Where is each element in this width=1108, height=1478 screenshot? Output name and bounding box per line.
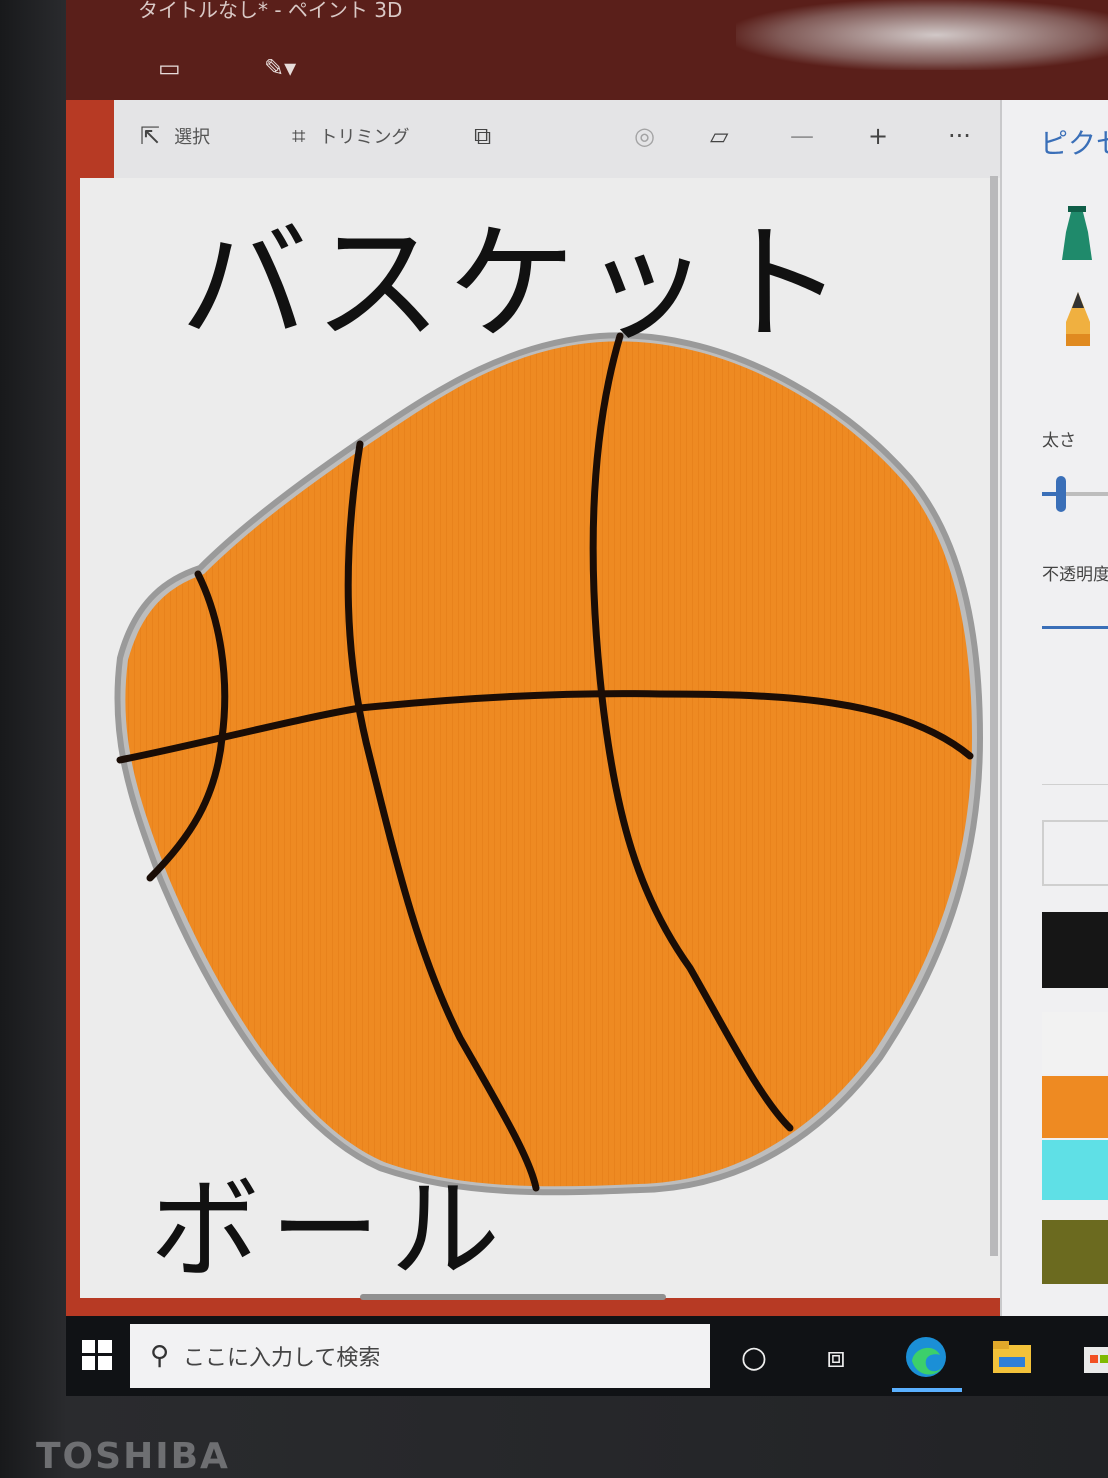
crop-label: トリミング [319, 127, 410, 148]
vertical-scrollbar[interactable] [990, 176, 998, 1256]
thickness-slider-thumb[interactable] [1056, 476, 1066, 512]
basketball-fill [125, 341, 973, 1187]
pencil-icon[interactable] [1060, 290, 1096, 350]
file-explorer-icon[interactable] [982, 1332, 1042, 1382]
folder-icon [993, 1341, 1031, 1373]
more-button[interactable]: ··· [948, 122, 971, 150]
select-tool[interactable]: ⇱ 選択 [140, 122, 210, 150]
minus-icon: — [790, 122, 814, 150]
view-3d-tool[interactable]: ▱ [710, 122, 728, 150]
cortana-icon[interactable]: ○ [724, 1332, 784, 1382]
zoom-out-button[interactable]: — [790, 122, 814, 150]
view-3d-icon: ▱ [710, 122, 729, 150]
select-label: 選択 [174, 127, 211, 148]
edge-logo [906, 1337, 946, 1377]
taskbar-search-box[interactable]: ⚲ ここに入力して検索 [130, 1324, 710, 1388]
color-swatch-olive[interactable] [1042, 1220, 1108, 1284]
color-swatch-white[interactable] [1042, 820, 1108, 886]
title-bar: タイトルなし* - ペイント 3D ▭ ✎▾ [66, 0, 1108, 100]
canvas-text-top: バスケット [180, 210, 850, 359]
more-icon: ··· [948, 122, 971, 150]
brush-panel: ピクセ 太さ 不透明度 [1000, 100, 1108, 1330]
taskbar: ⚲ ここに入力して検索 ○ ⧈ [66, 1316, 1108, 1396]
drawing-svg: バスケット ボール [114, 210, 984, 1294]
menu-icon[interactable]: ▭ [158, 54, 181, 82]
opacity-label: 不透明度 [1042, 565, 1108, 585]
windows-start-button[interactable] [72, 1330, 122, 1380]
cursor-icon: ⇱ [140, 122, 161, 150]
panel-divider [1042, 784, 1108, 785]
magic-select-icon: ⧉ [474, 122, 492, 150]
panel-title: ピクセ [1040, 127, 1108, 160]
task-view-icon[interactable]: ⧈ [806, 1332, 866, 1382]
color-swatch-orange[interactable] [1042, 1076, 1108, 1138]
crop-tool[interactable]: ⌗ トリミング [292, 122, 410, 150]
opacity-slider[interactable] [1042, 626, 1108, 629]
screen: タイトルなし* - ペイント 3D ▭ ✎▾ ⇱ 選択 ⌗ トリミング ⧉ ◎ … [66, 0, 1108, 1390]
horizontal-scrollbar[interactable] [360, 1294, 666, 1300]
history-icon: ◎ [634, 122, 655, 150]
crop-icon: ⌗ [292, 122, 306, 150]
drawing-canvas[interactable]: バスケット ボール [80, 178, 1010, 1298]
brush-dropdown-icon[interactable]: ✎▾ [264, 54, 296, 82]
screen-glare [736, 0, 1108, 70]
marker-icon[interactable] [1058, 204, 1098, 264]
search-icon: ⚲ [150, 1341, 170, 1371]
store-icon[interactable] [1070, 1332, 1108, 1382]
toolbar: ⇱ 選択 ⌗ トリミング ⧉ ◎ ▱ — + ··· [114, 100, 1054, 178]
store-bag-icon [1084, 1347, 1108, 1373]
history-tool[interactable]: ◎ [634, 122, 655, 150]
color-swatch-cyan[interactable] [1042, 1140, 1108, 1200]
zoom-in-button[interactable]: + [868, 122, 888, 150]
color-swatch-black[interactable] [1042, 912, 1108, 988]
canvas-text-bottom: ボール [150, 1166, 510, 1294]
magic-select-tool[interactable]: ⧉ [474, 122, 491, 150]
search-placeholder: ここに入力して検索 [183, 1346, 381, 1371]
device-brand-logo: TOSHIBA [36, 1436, 230, 1477]
thickness-label: 太さ [1042, 431, 1076, 451]
plus-icon: + [868, 122, 889, 150]
active-app-indicator [892, 1388, 962, 1392]
windows-logo-icon [82, 1340, 112, 1370]
edge-browser-icon[interactable] [896, 1332, 956, 1382]
color-swatch-light-gray[interactable] [1042, 1012, 1108, 1074]
window-title: タイトルなし* - ペイント 3D [138, 0, 403, 22]
